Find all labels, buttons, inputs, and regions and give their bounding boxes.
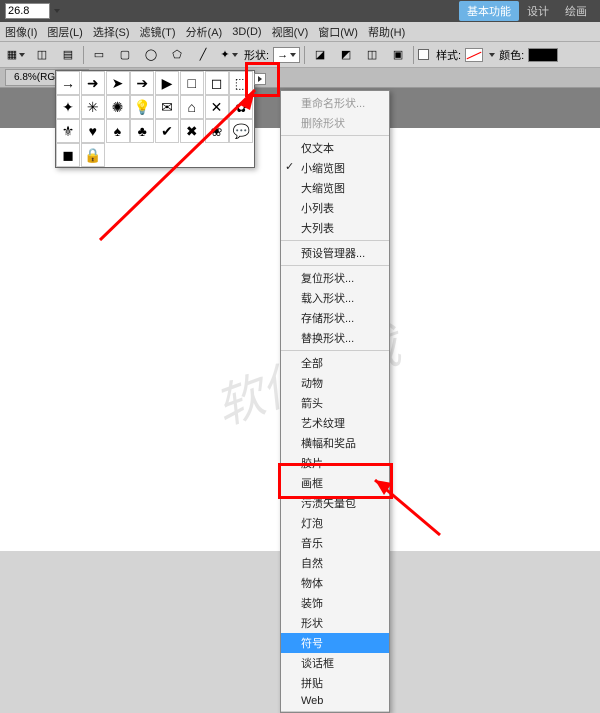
shape-cell-11[interactable]: 💡 (130, 95, 154, 119)
menu-help[interactable]: 帮助(H) (368, 24, 405, 40)
style-label: 样式: (436, 47, 461, 63)
shape-cell-24[interactable]: ◼ (56, 143, 80, 167)
menubar: 图像(I) 图层(L) 选择(S) 滤镜(T) 分析(A) 3D(D) 视图(V… (0, 22, 600, 42)
menu-item[interactable]: 载入形状... (281, 288, 389, 308)
menu-item[interactable]: 谈话框 (281, 653, 389, 673)
menu-item[interactable]: 复位形状... (281, 268, 389, 288)
shape-cell-8[interactable]: ✦ (56, 95, 80, 119)
menu-item[interactable]: 物体 (281, 573, 389, 593)
shape-cell-7[interactable]: ⬚ (229, 71, 253, 95)
menu-select[interactable]: 选择(S) (93, 24, 130, 40)
shape-cell-20[interactable]: ✔ (155, 119, 179, 143)
menu-item[interactable]: 动物 (281, 373, 389, 393)
menu-item[interactable]: 替换形状... (281, 328, 389, 348)
menu-analysis[interactable]: 分析(A) (186, 24, 223, 40)
menu-item[interactable]: 符号 (281, 633, 389, 653)
menu-image[interactable]: 图像(I) (5, 24, 37, 40)
exclude-icon[interactable]: ▣ (387, 44, 409, 66)
shape-cell-19[interactable]: ♣ (130, 119, 154, 143)
menu-item[interactable]: 存储形状... (281, 308, 389, 328)
menu-view[interactable]: 视图(V) (272, 24, 309, 40)
menu-item: 重命名形状... (281, 93, 389, 113)
menu-3d[interactable]: 3D(D) (232, 26, 261, 38)
zoom-dropdown-icon[interactable] (54, 9, 60, 13)
zoom-input[interactable] (5, 3, 50, 19)
ellipse-icon[interactable]: ◯ (140, 44, 162, 66)
menu-item[interactable]: 大列表 (281, 218, 389, 238)
shape-cell-10[interactable]: ✺ (106, 95, 130, 119)
shape-label: 形状: (244, 47, 269, 63)
menu-filter[interactable]: 滤镜(T) (140, 24, 176, 40)
tab-design[interactable]: 设计 (519, 1, 557, 21)
menu-item[interactable]: 小列表 (281, 198, 389, 218)
flyout-button[interactable] (254, 73, 266, 85)
rect-tool-icon[interactable]: ▭ (88, 44, 110, 66)
polygon-icon[interactable]: ⬠ (166, 44, 188, 66)
menu-item[interactable]: 预设管理器... (281, 243, 389, 263)
shape-context-menu: 重命名形状...删除形状仅文本小缩览图大缩览图小列表大列表预设管理器... 复位形… (280, 90, 390, 713)
fill-pixels-icon[interactable]: ▤ (57, 44, 79, 66)
shape-cell-14[interactable]: ✕ (205, 95, 229, 119)
menu-item[interactable]: 小缩览图 (281, 158, 389, 178)
options-bar: ▦ ◫ ▤ ▭ ▢ ◯ ⬠ ╱ ✦ 形状: → ◪ ◩ ◫ ▣ 样式: 颜色: (0, 42, 600, 68)
menu-item[interactable]: 大缩览图 (281, 178, 389, 198)
menu-item[interactable]: 拼贴 (281, 673, 389, 693)
menu-item[interactable]: Web (281, 693, 389, 709)
shape-cell-12[interactable]: ✉ (155, 95, 179, 119)
menu-item[interactable]: 横幅和奖品 (281, 433, 389, 453)
shape-cell-25[interactable]: 🔒 (81, 143, 105, 167)
menu-item[interactable]: 画框 (281, 473, 389, 493)
subtract-icon[interactable]: ◩ (335, 44, 357, 66)
shape-cell-0[interactable]: → (56, 71, 80, 95)
shape-picker-panel: →➜➤➔▶□◻⬚ ✦✳✺💡✉⌂✕✿ ⚜♥♠♣✔✖❀💬 ◼🔒 (55, 70, 255, 168)
menu-item[interactable]: 艺术纹理 (281, 413, 389, 433)
color-label: 颜色: (499, 47, 524, 63)
shape-cell-16[interactable]: ⚜ (56, 119, 80, 143)
menu-item[interactable]: 胶片 (281, 453, 389, 473)
paths-icon[interactable]: ◫ (31, 44, 53, 66)
line-icon[interactable]: ╱ (192, 44, 214, 66)
custom-shape-icon[interactable]: ✦ (218, 44, 240, 66)
shape-cell-18[interactable]: ♠ (106, 119, 130, 143)
shape-cell-4[interactable]: ▶ (155, 71, 179, 95)
menu-item[interactable]: 自然 (281, 553, 389, 573)
workspace-tabs: 基本功能 设计 绘画 (459, 1, 595, 21)
shape-cell-2[interactable]: ➤ (106, 71, 130, 95)
menu-window[interactable]: 窗口(W) (318, 24, 358, 40)
menu-item[interactable]: 形状 (281, 613, 389, 633)
menu-item[interactable]: 装饰 (281, 593, 389, 613)
shape-cell-15[interactable]: ✿ (229, 95, 253, 119)
menu-item[interactable]: 污渍矢量包 (281, 493, 389, 513)
app-topbar: 基本功能 设计 绘画 (0, 0, 600, 22)
menu-item[interactable]: 灯泡 (281, 513, 389, 533)
rounded-rect-icon[interactable]: ▢ (114, 44, 136, 66)
shape-layers-icon[interactable]: ▦ (5, 44, 27, 66)
align-edges-checkbox[interactable] (418, 49, 429, 60)
shape-cell-6[interactable]: ◻ (205, 71, 229, 95)
color-swatch[interactable] (528, 48, 558, 62)
shape-cell-17[interactable]: ♥ (81, 119, 105, 143)
menu-item[interactable]: 全部 (281, 353, 389, 373)
shape-cell-13[interactable]: ⌂ (180, 95, 204, 119)
shape-picker-badge[interactable]: → (273, 47, 300, 63)
combine-icon[interactable]: ◪ (309, 44, 331, 66)
shape-cell-21[interactable]: ✖ (180, 119, 204, 143)
tab-basic[interactable]: 基本功能 (459, 1, 519, 21)
shape-cell-5[interactable]: □ (180, 71, 204, 95)
shape-cell-9[interactable]: ✳ (81, 95, 105, 119)
intersect-icon[interactable]: ◫ (361, 44, 383, 66)
menu-item[interactable]: 箭头 (281, 393, 389, 413)
menu-item[interactable]: 音乐 (281, 533, 389, 553)
menu-item[interactable]: 仅文本 (281, 138, 389, 158)
shape-cell-23[interactable]: 💬 (229, 119, 253, 143)
menu-layer[interactable]: 图层(L) (47, 24, 82, 40)
shape-cell-1[interactable]: ➜ (81, 71, 105, 95)
tab-paint[interactable]: 绘画 (557, 1, 595, 21)
shape-cell-22[interactable]: ❀ (205, 119, 229, 143)
style-none-icon[interactable] (465, 48, 483, 62)
menu-item: 删除形状 (281, 113, 389, 133)
shape-cell-3[interactable]: ➔ (130, 71, 154, 95)
